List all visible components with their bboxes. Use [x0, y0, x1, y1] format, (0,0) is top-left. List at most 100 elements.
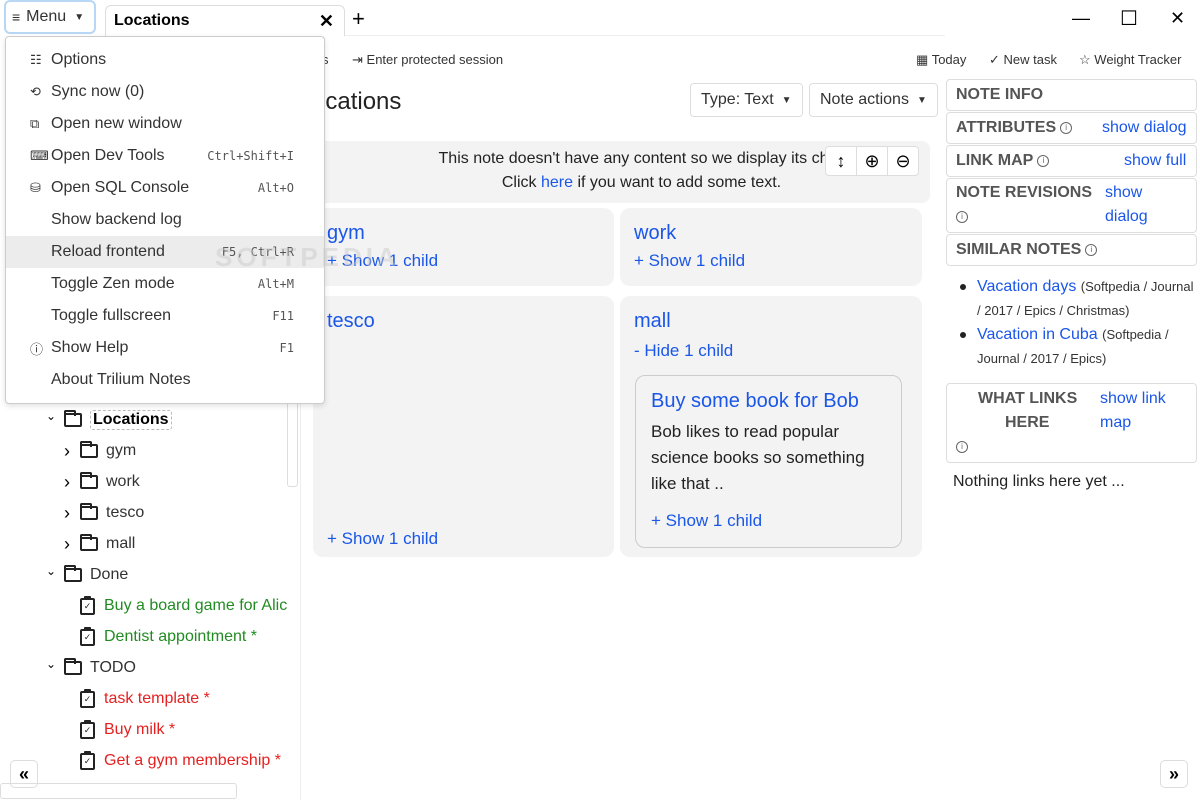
folder-icon: [64, 565, 82, 582]
chevron-right-icon[interactable]: ›: [60, 472, 74, 493]
widget-title[interactable]: SIMILAR NOTES i: [956, 241, 1098, 259]
check-icon: ✓: [989, 52, 1000, 67]
menu-item-label: Show Help: [51, 339, 129, 356]
card-title[interactable]: tesco: [327, 310, 600, 333]
menu-label: Menu: [26, 8, 67, 25]
database-icon: ⛁: [30, 180, 41, 195]
menu-item-show-help[interactable]: ⓘ Show Help F1: [6, 332, 324, 364]
note-revisions-widget: NOTE REVISIONS i show dialog: [946, 178, 1197, 233]
menu-item-open-dev-tools[interactable]: ⌨ Open Dev Tools Ctrl+Shift+I: [6, 140, 324, 172]
close-tab-icon[interactable]: ✕: [319, 11, 334, 32]
child-card-tesco: tesco + Show 1 child: [313, 296, 614, 557]
show-children-link[interactable]: + Show 1 child: [327, 529, 438, 549]
widget-title-cont[interactable]: HERE: [1005, 414, 1049, 432]
show-dialog-link[interactable]: show: [1105, 184, 1142, 202]
expand-height-icon[interactable]: ↕: [826, 147, 857, 175]
card-title[interactable]: mall: [634, 310, 908, 333]
show-full-link[interactable]: show full: [1124, 152, 1186, 170]
similar-note-link[interactable]: Vacation days: [977, 278, 1076, 295]
tree-node[interactable]: ✓ Dentist appointment *: [80, 625, 257, 649]
chevron-down-icon[interactable]: ⌄: [44, 409, 58, 423]
card-title[interactable]: work: [634, 222, 908, 245]
show-dialog-link-cont[interactable]: dialog: [1105, 208, 1148, 226]
zoom-out-icon[interactable]: ⊖: [888, 147, 918, 175]
chevron-down-icon[interactable]: ⌄: [44, 657, 58, 671]
zoom-controls: ↕ ⊕ ⊖: [825, 146, 919, 176]
show-children-link[interactable]: + Show 1 child: [651, 511, 886, 531]
clipboard-check-icon: ✓: [80, 688, 95, 708]
menu-item-toggle-fullscreen[interactable]: Toggle fullscreen F11: [6, 300, 324, 332]
tree-node[interactable]: ⌄ Locations: [44, 408, 172, 432]
tree-node-title: TODO: [90, 659, 136, 676]
note-actions-label: Note actions: [820, 91, 909, 108]
tree-node[interactable]: ⌄ Done: [44, 563, 128, 587]
protected-session-label: Enter protected session: [366, 52, 504, 67]
tree-node-title: Buy milk *: [104, 721, 176, 738]
tree-node[interactable]: › work: [60, 470, 140, 494]
add-text-link[interactable]: here: [541, 174, 573, 191]
main-menu-dropdown: ☷ Options ⟲ Sync now (0) ⧉ Open new window ⌨ Op…: [5, 36, 325, 404]
expand-right-pane-button[interactable]: »: [1160, 760, 1188, 788]
tree-node[interactable]: ✓ Buy milk *: [80, 718, 175, 742]
chevron-right-icon[interactable]: ›: [60, 503, 74, 524]
chevron-right-icon[interactable]: ›: [60, 441, 74, 462]
menu-item-about-trilium-notes[interactable]: About Trilium Notes: [6, 364, 324, 396]
tree-node[interactable]: ✓ Get a gym membership *: [80, 749, 281, 773]
note-type-dropdown[interactable]: Type: Text ▼: [690, 83, 803, 117]
new-task-button[interactable]: ✓ New task: [989, 52, 1057, 68]
tab-bar-divider: [345, 35, 945, 36]
tree-horizontal-scrollbar[interactable]: [0, 783, 237, 799]
chevron-down-icon[interactable]: ⌄: [44, 564, 58, 578]
note-title[interactable]: ocations: [312, 88, 401, 116]
widget-title[interactable]: LINK MAP i: [956, 152, 1050, 170]
keyboard-shortcut: Ctrl+Shift+I: [207, 149, 294, 163]
menu-button[interactable]: ≡ Menu ▼: [4, 0, 96, 34]
chevron-right-icon[interactable]: ›: [60, 534, 74, 555]
menu-item-show-backend-log[interactable]: Show backend log: [6, 204, 324, 236]
menu-item-label: Options: [51, 51, 107, 68]
tree-node-title: Get a gym membership *: [104, 752, 281, 769]
widget-title[interactable]: ATTRIBUTES i: [956, 119, 1073, 137]
menu-item-label: Sync now (0): [51, 83, 145, 100]
folder-icon: [64, 410, 82, 427]
tree-node[interactable]: ⌄ TODO: [44, 656, 136, 680]
maximize-button[interactable]: ☐: [1120, 6, 1138, 31]
menu-item-sync-now-0[interactable]: ⟲ Sync now (0): [6, 76, 324, 108]
menu-item-open-new-window[interactable]: ⧉ Open new window: [6, 108, 324, 140]
zoom-in-icon[interactable]: ⊕: [857, 147, 888, 175]
note-info-widget: NOTE INFO: [946, 79, 1197, 111]
tree-node[interactable]: › tesco: [60, 501, 144, 525]
weight-tracker-button[interactable]: ☆ Weight Tracker: [1079, 52, 1181, 68]
note-actions-dropdown[interactable]: Note actions ▼: [809, 83, 938, 117]
show-children-link[interactable]: + Show 1 child: [634, 251, 908, 271]
widget-title[interactable]: NOTE INFO: [956, 86, 1043, 104]
tab-locations[interactable]: Locations ✕: [105, 5, 345, 36]
show-link-map-link-cont[interactable]: map: [1100, 414, 1131, 432]
child-card-buy-book: Buy some book for Bob Bob likes to read …: [635, 375, 902, 548]
similar-note-item: Vacation in Cuba (Softpedia / Journal / …: [958, 323, 1198, 371]
minimize-button[interactable]: —: [1072, 8, 1090, 29]
widget-title[interactable]: NOTE REVISIONS: [956, 184, 1092, 202]
keyboard-shortcut: Alt+M: [257, 277, 294, 291]
menu-item-label: Show backend log: [51, 211, 182, 228]
menu-item-label: About Trilium Notes: [51, 371, 191, 388]
tree-node[interactable]: › gym: [60, 439, 136, 463]
enter-protected-session-button[interactable]: ⇥ Enter protected session: [352, 52, 503, 68]
calendar-icon: ▦: [916, 52, 929, 67]
new-tab-button[interactable]: +: [352, 6, 365, 32]
show-link-map-link[interactable]: show link: [1100, 390, 1166, 408]
card-title[interactable]: Buy some book for Bob: [651, 390, 886, 413]
tree-node[interactable]: ✓ task template *: [80, 687, 210, 711]
clipboard-check-icon: ✓: [80, 595, 95, 615]
hide-children-link[interactable]: - Hide 1 child: [634, 341, 908, 361]
today-button[interactable]: ▦ Today: [916, 52, 966, 68]
show-dialog-link[interactable]: show dialog: [1102, 119, 1187, 137]
menu-item-options[interactable]: ☷ Options: [6, 44, 324, 76]
close-window-button[interactable]: ✕: [1170, 8, 1185, 29]
similar-note-link[interactable]: Vacation in Cuba: [977, 326, 1098, 343]
info-icon: i: [956, 441, 968, 453]
tree-node[interactable]: ✓ Buy a board game for Alic: [80, 594, 287, 618]
tree-node[interactable]: › mall: [60, 532, 135, 556]
menu-item-open-sql-console[interactable]: ⛁ Open SQL Console Alt+O: [6, 172, 324, 204]
widget-title[interactable]: WHAT LINKS: [978, 390, 1077, 408]
